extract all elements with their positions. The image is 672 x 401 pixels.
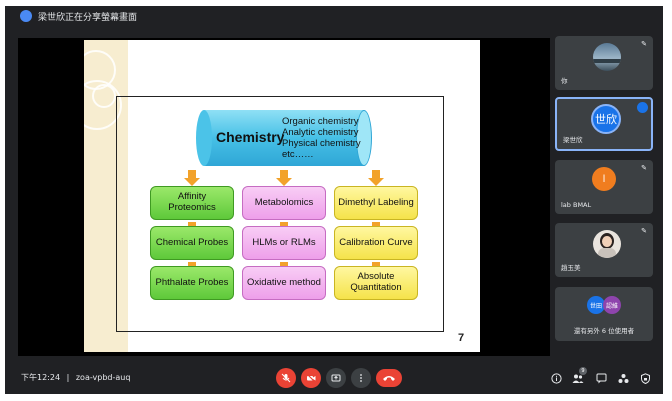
present-icon[interactable] (326, 368, 346, 388)
participant-name: 趙玉美 (561, 264, 581, 272)
down-arrow-icon (276, 170, 292, 186)
participant-tile-lab-bmal[interactable]: ✎ l lab BMAL (555, 160, 653, 214)
diagram-node: Affinity Proteomics (150, 186, 234, 220)
down-arrow-icon (184, 170, 200, 186)
presentation-stage: Chemistry Organic chemistry Analytic che… (18, 38, 550, 356)
cylinder-line: Physical chemistry (282, 138, 361, 149)
mic-off-icon[interactable] (276, 368, 296, 388)
diagram-node: HLMs or RLMs (242, 226, 326, 260)
pin-icon[interactable]: ✎ (641, 40, 647, 48)
meet-window: 梁世欣正在分享螢幕畫面 Chemistry Organic chemistry … (5, 6, 663, 394)
avatar (593, 230, 621, 258)
pin-icon[interactable]: ✎ (641, 227, 647, 235)
slide: Chemistry Organic chemistry Analytic che… (84, 40, 480, 352)
cylinder-line: Organic chemistry (282, 116, 359, 127)
participant-tile-others[interactable]: 世田 認維 還有另外 6 位使用者 (555, 287, 653, 341)
diagram-title: Chemistry (216, 129, 285, 145)
cylinder-line: Analytic chemistry (282, 127, 359, 138)
meeting-code: zoa-vpbd-auq (75, 373, 131, 382)
avatar: 世欣 (591, 104, 621, 134)
share-status-text: 梁世欣正在分享螢幕畫面 (38, 13, 138, 23)
diagram-node: Metabolomics (242, 186, 326, 220)
participant-name: 梁世欣 (563, 136, 583, 144)
participant-tile-zhao[interactable]: ✎ 趙玉美 (555, 223, 653, 277)
participant-name: 你 (561, 77, 568, 85)
slide-page-number: 7 (458, 332, 465, 344)
camera-off-icon[interactable] (301, 368, 321, 388)
people-icon[interactable]: 9 (571, 367, 587, 385)
info-icon[interactable] (549, 371, 563, 385)
top-bar: 梁世欣正在分享螢幕畫面 (5, 6, 663, 26)
hang-up-icon[interactable] (376, 369, 402, 387)
participant-name: lab BMAL (561, 201, 592, 209)
diagram-node: Phthalate Probes (150, 266, 234, 300)
participant-tile-active[interactable]: 世欣 梁世欣 (555, 97, 653, 151)
down-arrow-icon (368, 170, 384, 186)
speaking-icon (637, 102, 648, 113)
diagram-node: Calibration Curve (334, 226, 418, 260)
diagram-node: Absolute Quantitation (334, 266, 418, 300)
bottom-bar: 下午12:24 | zoa-vpbd-auq 9 (5, 362, 663, 394)
lock-icon[interactable] (638, 371, 652, 385)
people-count-badge: 9 (579, 367, 587, 375)
avatar (593, 43, 621, 71)
more-options-icon[interactable] (351, 368, 371, 388)
presenting-icon (20, 10, 32, 22)
meeting-info: 下午12:24 | zoa-vpbd-auq (21, 372, 130, 383)
cylinder-line: etc…… (282, 149, 314, 160)
diagram-node: Oxidative method (242, 266, 326, 300)
diagram-node: Chemical Probes (150, 226, 234, 260)
participant-tile-you[interactable]: ✎ 你 (555, 36, 653, 90)
diagram-node: Dimethyl Labeling (334, 186, 418, 220)
clock-time: 下午12:24 (21, 373, 61, 382)
activities-icon[interactable] (616, 371, 630, 385)
pin-icon[interactable]: ✎ (641, 164, 647, 172)
chemistry-cylinder: Chemistry Organic chemistry Analytic che… (196, 110, 372, 166)
others-count-text: 還有另外 6 位使用者 (573, 327, 635, 335)
avatar: 認維 (603, 296, 621, 314)
avatar: l (592, 167, 616, 191)
separator: | (66, 373, 70, 382)
chat-icon[interactable] (594, 371, 608, 385)
